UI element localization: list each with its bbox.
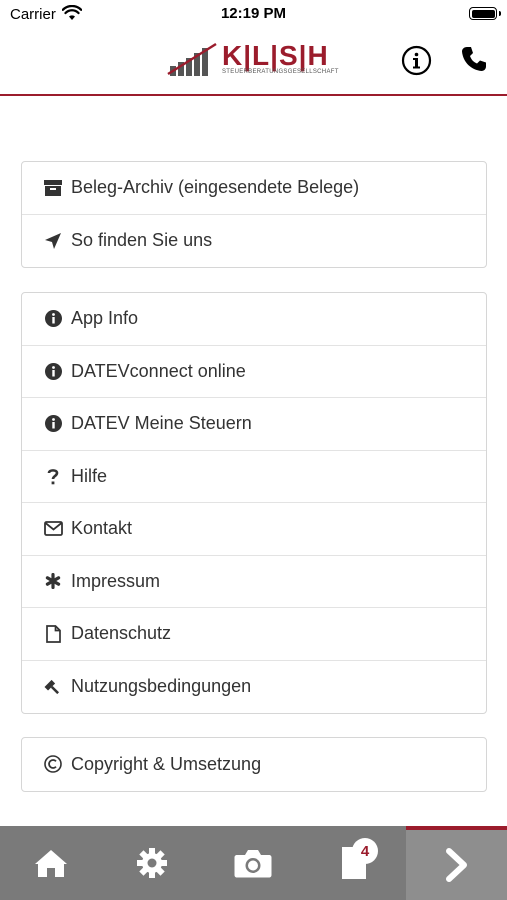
phone-icon[interactable]	[459, 44, 489, 74]
menu-item-label: Impressum	[71, 570, 161, 591]
tab-camera[interactable]	[202, 826, 303, 900]
documents-count-badge: 4	[352, 838, 378, 864]
menu-item-datev-meine-steuern[interactable]: DATEV Meine Steuern	[22, 398, 486, 451]
menu-item-label: Copyright & Umsetzung	[71, 753, 262, 774]
menu-item-label: Kontakt	[71, 518, 133, 539]
menu-item-so-finden-sie-uns[interactable]: So finden Sie uns	[22, 215, 486, 268]
archive-icon	[43, 178, 63, 198]
menu-item-label: Nutzungsbedingungen	[71, 676, 252, 697]
tab-home[interactable]	[0, 826, 101, 900]
menu-item-datevconnect-online[interactable]: DATEVconnect online	[22, 346, 486, 398]
info-icon[interactable]	[401, 45, 432, 76]
menu-item-label: DATEVconnect online	[71, 360, 246, 381]
envelope-icon	[43, 519, 63, 539]
menu-item-label: Datenschutz	[71, 623, 172, 644]
gavel-icon	[43, 677, 63, 697]
question-icon	[43, 466, 63, 486]
tab-next[interactable]	[406, 826, 507, 900]
camera-icon	[234, 850, 271, 878]
home-icon	[34, 850, 67, 877]
menu-group-archive: Beleg-Archiv (eingesendete Belege) So fi…	[21, 161, 487, 268]
status-time: 12:19 PM	[220, 5, 287, 22]
company-logo: K|L|S|H STEUERBERATUNGSGESELLSCHAFT	[166, 40, 342, 80]
chevron-right-icon	[445, 848, 467, 882]
info-circle-icon	[43, 414, 63, 434]
tab-settings[interactable]	[101, 826, 202, 900]
menu-item-kontakt[interactable]: Kontakt	[22, 503, 486, 556]
battery-icon	[469, 7, 497, 20]
file-icon	[43, 624, 63, 644]
menu-item-nutzungsbedingungen[interactable]: Nutzungsbedingungen	[22, 661, 486, 714]
menu-item-datenschutz[interactable]: Datenschutz	[22, 608, 486, 661]
menu-item-hilfe[interactable]: Hilfe	[22, 451, 486, 503]
menu-item-copyright[interactable]: Copyright & Umsetzung	[22, 738, 486, 791]
menu-item-label: Hilfe	[71, 465, 108, 486]
logo-subtitle: STEUERBERATUNGSGESELLSCHAFT	[222, 69, 339, 75]
menu-item-label: Beleg-Archiv (eingesendete Belege)	[71, 177, 360, 198]
logo-bars-graphic	[167, 42, 217, 76]
bottom-tab-bar	[0, 826, 507, 900]
logo-text: K|L|S|H	[222, 40, 329, 71]
menu-group-copyright: Copyright & Umsetzung	[21, 737, 487, 792]
copyright-icon	[43, 754, 63, 774]
menu-item-label: App Info	[71, 308, 139, 329]
info-circle-icon	[43, 309, 63, 329]
menu-item-label: So finden Sie uns	[71, 230, 213, 251]
menu-item-app-info[interactable]: App Info	[22, 293, 486, 346]
settings-icon	[136, 848, 167, 878]
tab-documents[interactable]	[303, 826, 404, 900]
info-circle-icon	[43, 361, 63, 381]
menu-item-label: DATEV Meine Steuern	[71, 413, 252, 434]
menu-item-beleg-archiv[interactable]: Beleg-Archiv (eingesendete Belege)	[22, 162, 486, 215]
app-header: K|L|S|H STEUERBERATUNGSGESELLSCHAFT	[0, 30, 507, 96]
asterisk-icon	[43, 571, 63, 591]
menu-item-impressum[interactable]: Impressum	[22, 556, 486, 608]
menu-group-info: App Info DATEVconnect online DATEV Meine…	[21, 292, 487, 714]
status-bar: Carrier 12:19 PM	[0, 0, 507, 30]
location-arrow-icon	[43, 231, 63, 251]
